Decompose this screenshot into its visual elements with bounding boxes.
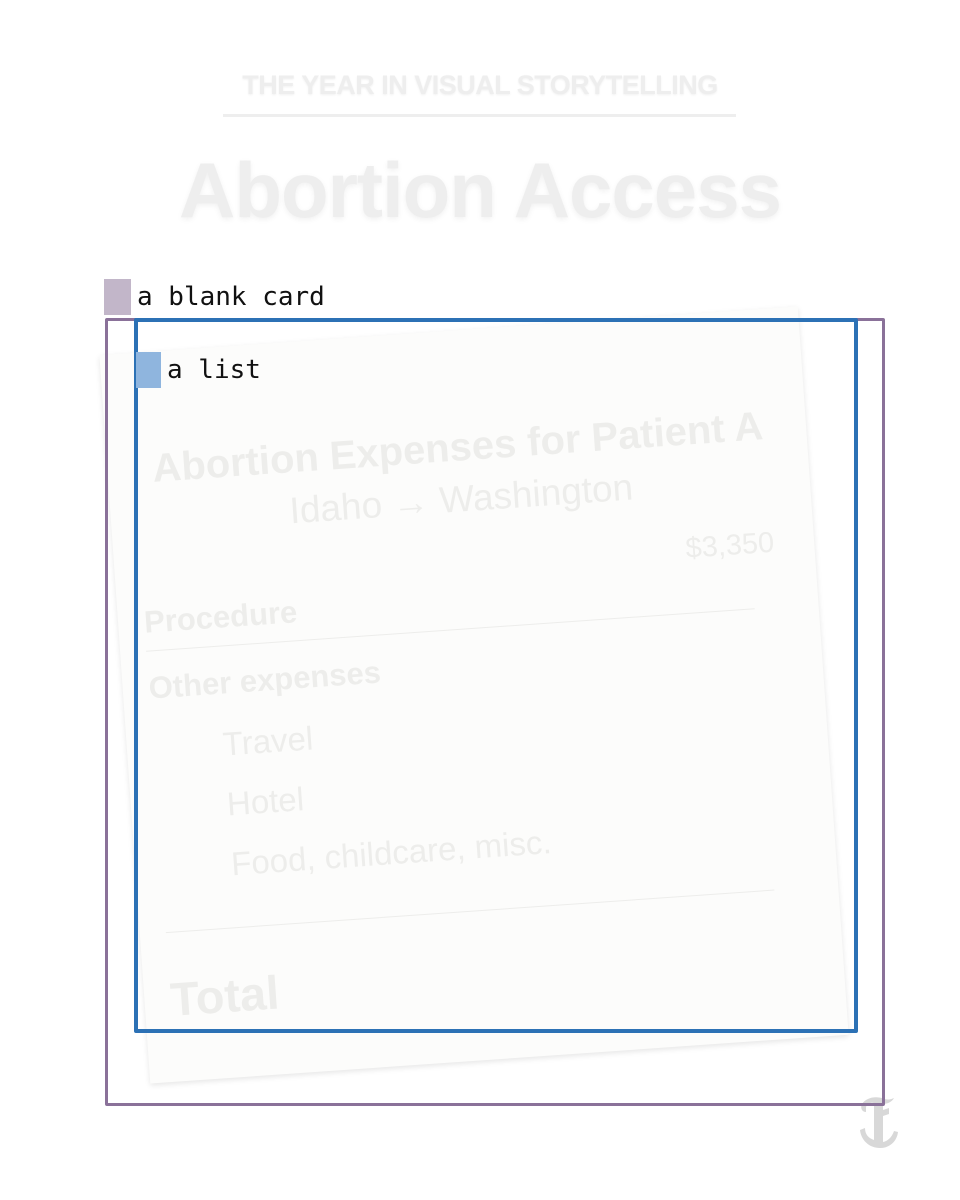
kicker-divider xyxy=(223,114,736,117)
kicker-title: THE YEAR IN VISUAL STORYTELLING xyxy=(242,70,718,100)
page-headline: Abortion Access xyxy=(179,146,782,234)
list-annotation-box xyxy=(134,318,858,1033)
blank-card-annotation-label: a blank card xyxy=(137,282,325,312)
list-annotation-label: a list xyxy=(167,355,261,385)
blank-card-annotation: a blank card xyxy=(104,279,325,315)
list-swatch xyxy=(136,352,161,388)
blank-card-swatch xyxy=(104,279,131,315)
list-annotation: a list xyxy=(136,352,261,388)
